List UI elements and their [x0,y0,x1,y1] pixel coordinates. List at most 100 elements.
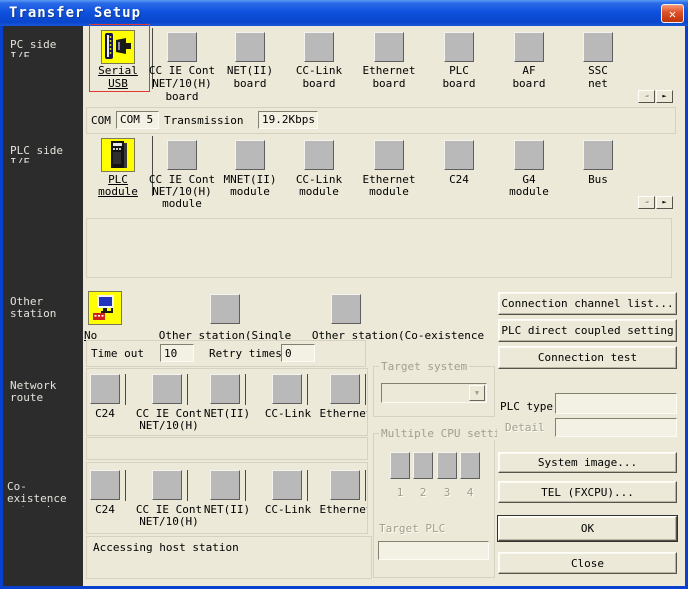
network-route-ethernet-icon[interactable] [330,374,360,404]
network-route-cc-link-icon[interactable] [272,374,302,404]
plc-if-ethernet-icon[interactable] [374,140,404,170]
plc-if-item-label: Ethernet module [354,174,424,198]
pc-if-ssc-net-icon[interactable] [583,32,613,62]
plc-type-label: PLC type [500,400,553,413]
left-arrow-icon: ◄ [644,198,648,206]
com-port-field: COM 5 [116,111,159,129]
coexistence-cc-ie-cont-icon[interactable] [152,470,182,500]
pc-if-item-label: AF board [494,64,564,90]
system-image-button[interactable]: System image... [498,452,677,473]
pc-if-net-ii-icon[interactable] [235,32,265,62]
tel-fxcpu-button[interactable]: TEL (FXCPU)... [498,481,677,503]
divider [187,470,188,501]
button-label: OK [581,522,594,535]
pc-if-cc-ie-cont-icon[interactable] [167,32,197,62]
plc-if-bus-icon[interactable] [583,140,613,170]
plc-if-g4-module-icon[interactable] [514,140,544,170]
network-route-item-label: CC IE Cont NET/10(H) [134,408,204,432]
cpu-1-button [390,452,410,479]
network-route-item-label: C24 [86,408,135,420]
retry-times-label: Retry times [209,347,282,360]
pc-if-item-label: NET(II) board [215,64,285,90]
multiple-cpu-title: Multiple CPU setting [379,427,497,440]
right-arrow-icon: ► [662,92,666,100]
plc-if-item-label: G4 module [494,174,564,198]
detail-label: Detail [505,421,545,434]
divider [125,374,126,405]
divider [245,374,246,405]
right-arrow-icon: ► [662,198,666,206]
status-text: Accessing host station [93,541,239,554]
divider [307,374,308,405]
button-label: Close [571,557,604,570]
button-label: TEL (FXCPU)... [541,486,634,499]
timeout-input[interactable] [160,344,194,362]
other-station-no-icon[interactable] [88,291,122,325]
plc-if-plc-module-icon[interactable] [101,138,135,172]
chevron-down-icon: ▼ [469,385,485,401]
network-route-c24-icon[interactable] [90,374,120,404]
plc-if-scroll-right-button[interactable]: ► [656,196,673,209]
plc-type-field [555,393,677,414]
network-route-item-label: CC-Link [258,408,318,420]
network-route-item-label: Ethernet [316,408,368,420]
plc-if-item-label: C24 [424,174,494,186]
coexistence-item-label: CC-Link [258,504,318,516]
divider [187,374,188,405]
close-button[interactable]: ✕ [661,4,684,23]
coexistence-cc-link-icon[interactable] [272,470,302,500]
target-system-title: Target system [379,360,469,373]
pc-if-plc-board-icon[interactable] [444,32,474,62]
plc-if-item-label: PLC module [88,174,148,198]
timeout-label: Time out [91,347,144,360]
other-station-single-icon[interactable] [210,294,240,324]
coexistence-item-label: CC IE Cont NET/10(H) [134,504,204,528]
plc-if-cc-link-icon[interactable] [304,140,334,170]
retry-times-input[interactable] [281,344,315,362]
plc-if-c24-icon[interactable] [444,140,474,170]
ok-button[interactable]: OK [498,516,677,541]
divider [365,470,366,501]
coexistence-c24-icon[interactable] [90,470,120,500]
connection-channel-list-button[interactable]: Connection channel list... [498,292,677,315]
sidebar-label-plc-side: PLC side I/F [10,145,80,163]
coexistence-item-label: Ethernet [316,504,368,516]
cpu-3-button [437,452,457,479]
pc-if-item-label: CC IE Cont NET/10(H) board [147,64,217,103]
dialog-title: Transfer Setup [9,5,141,21]
network-route-net-ii-icon[interactable] [210,374,240,404]
pc-if-scroll-left-button[interactable]: ◄ [638,90,655,103]
pc-if-cc-link-icon[interactable] [304,32,334,62]
close-button-bottom[interactable]: Close [498,552,677,574]
plc-if-cc-ie-cont-icon[interactable] [167,140,197,170]
network-route-detail-panel [86,437,368,460]
close-icon: ✕ [669,7,676,21]
plc-if-mnet-ii-icon[interactable] [235,140,265,170]
divider [125,470,126,501]
coexistence-net-ii-icon[interactable] [210,470,240,500]
coexistence-ethernet-icon[interactable] [330,470,360,500]
cpu-number-label: 4 [460,486,480,499]
pc-if-item-label: Ethernet board [354,64,424,90]
pc-if-af-board-icon[interactable] [514,32,544,62]
divider [307,470,308,501]
sidebar: PC side I/F PLC side I/F Other station N… [3,26,83,586]
divider [365,374,366,405]
target-plc-field [378,541,489,560]
coexistence-item-label: C24 [86,504,135,516]
pc-if-ethernet-icon[interactable] [374,32,404,62]
connection-test-button[interactable]: Connection test [498,346,677,369]
plc-direct-coupled-setting-button[interactable]: PLC direct coupled setting [498,319,677,342]
other-station-coexistence-icon[interactable] [331,294,361,324]
pc-if-scroll-right-button[interactable]: ► [656,90,673,103]
com-label: COM [91,114,111,127]
cpu-4-button [460,452,480,479]
target-system-dropdown: ▼ [381,383,487,403]
plc-if-scroll-left-button[interactable]: ◄ [638,196,655,209]
plc-if-item-label: CC-Link module [284,174,354,198]
sidebar-label-coexistence: Co-existence network [7,481,83,507]
network-route-cc-ie-cont-icon[interactable] [152,374,182,404]
button-label: Connection test [538,351,637,364]
plc-module-icon [102,139,134,171]
cpu-number-label: 1 [390,486,410,499]
